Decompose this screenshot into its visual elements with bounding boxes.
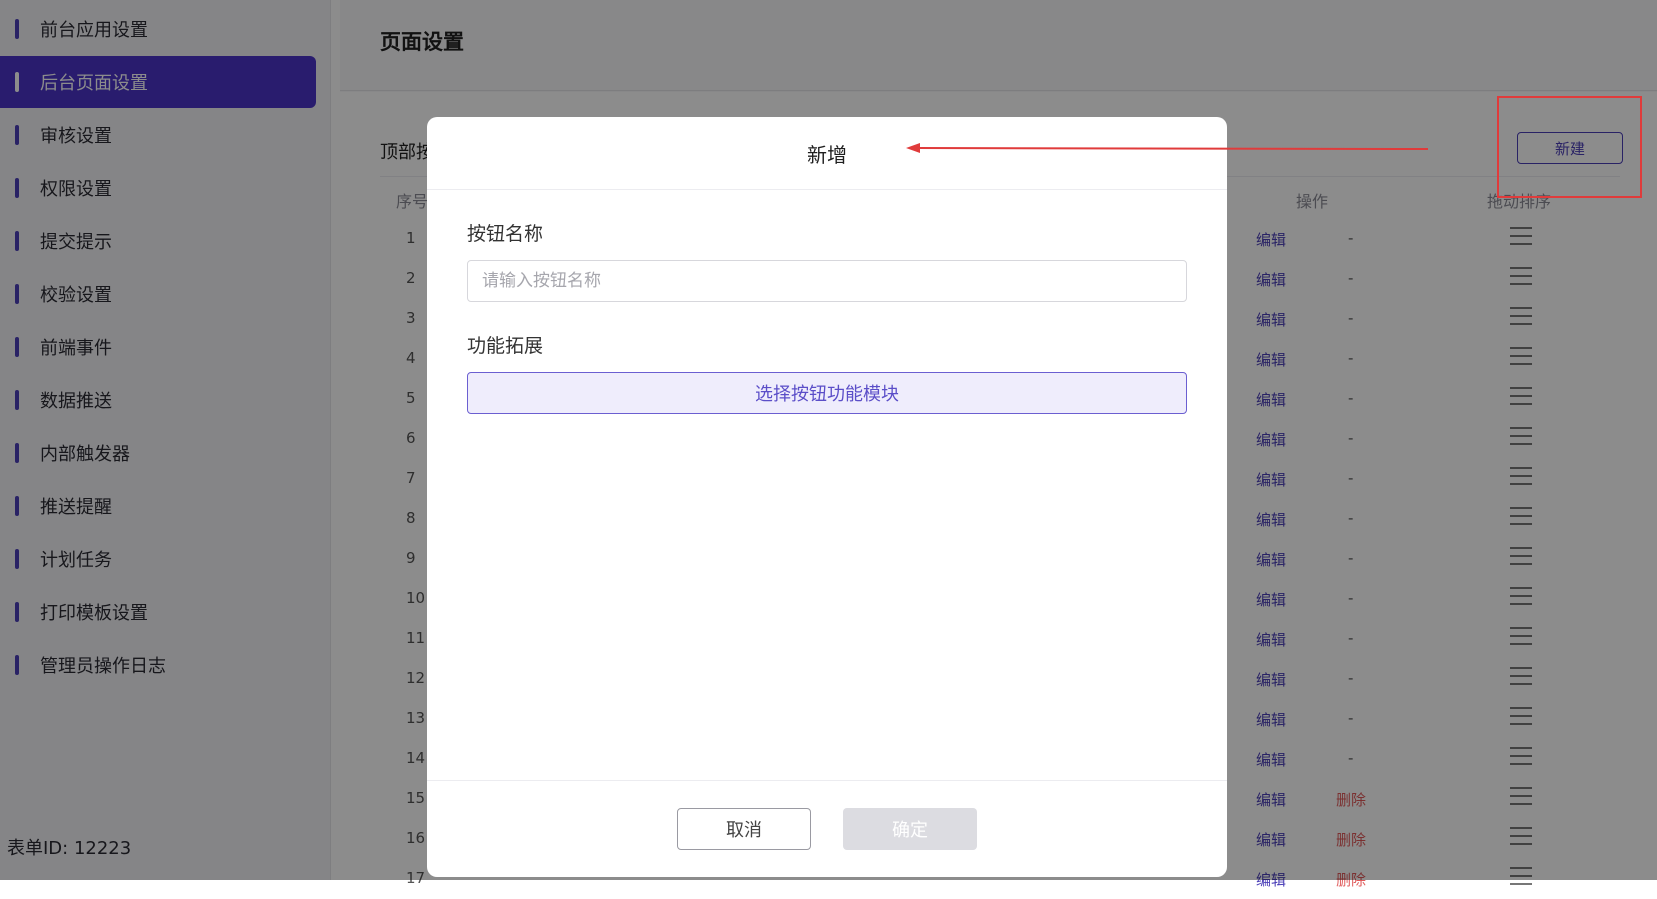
- dialog-footer-divider: [427, 780, 1227, 781]
- cancel-button[interactable]: 取消: [677, 808, 811, 850]
- drag-handle-line: [1510, 883, 1532, 885]
- select-module-button[interactable]: 选择按钮功能模块: [467, 372, 1187, 414]
- confirm-button[interactable]: 确定: [843, 808, 977, 850]
- button-name-input[interactable]: [467, 260, 1187, 302]
- extension-label: 功能拓展: [467, 335, 544, 357]
- button-name-label: 按钮名称: [467, 223, 544, 245]
- add-dialog: 新增 按钮名称 功能拓展 选择按钮功能模块 取消 确定: [427, 117, 1227, 877]
- dialog-title: 新增: [427, 117, 1227, 190]
- annotation-highlight-box: [1497, 96, 1642, 198]
